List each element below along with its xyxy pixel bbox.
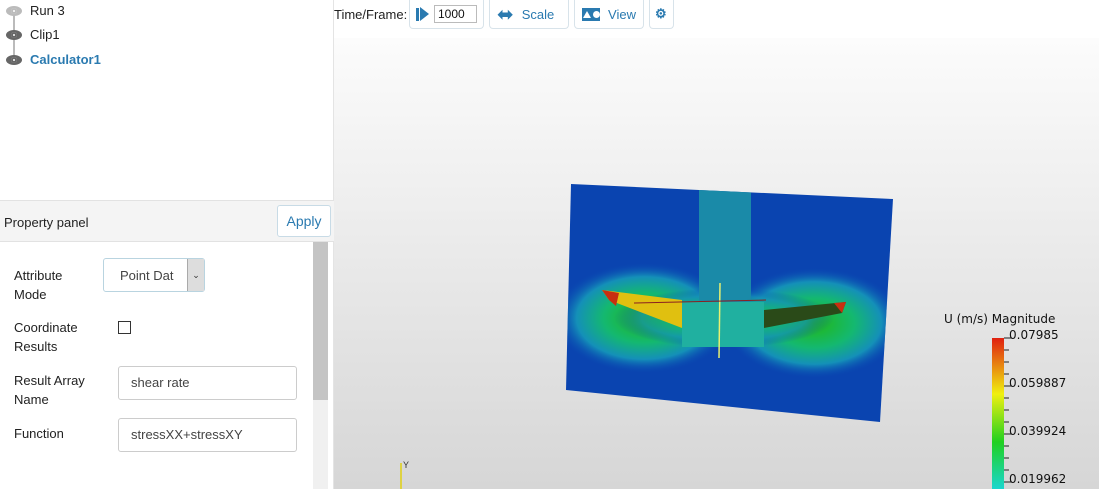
shapes-icon	[582, 7, 601, 21]
scalar-bar-tick: 0.059887	[1009, 376, 1067, 390]
apply-button[interactable]: Apply	[277, 205, 331, 237]
coordinate-results-label: Coordinate Results	[14, 320, 78, 354]
scalar-bar-title: U (m/s) Magnitude	[944, 312, 1056, 326]
play-icon[interactable]	[416, 7, 429, 21]
attribute-mode-value: Point Dat	[120, 268, 174, 283]
pipeline-item-label: Clip1	[30, 27, 60, 42]
time-frame-control[interactable]: 1000	[409, 0, 484, 29]
property-panel-scrollbar[interactable]	[313, 242, 328, 489]
property-panel-header: Property panel Apply	[0, 200, 334, 242]
eye-icon[interactable]	[6, 29, 22, 40]
axes-orientation: Y	[400, 460, 409, 489]
function-label: Function	[14, 426, 64, 441]
chevron-down-icon[interactable]: ⌄	[187, 259, 204, 291]
function-input[interactable]: stressXX+stressXY	[118, 418, 297, 452]
scalar-bar-tick: 0.019962	[1009, 472, 1067, 486]
render-scene: Y	[400, 184, 1012, 492]
eye-hidden-icon[interactable]	[6, 5, 22, 16]
left-panel: Run 3 Clip1 Calculator1 Property panel A…	[0, 0, 334, 489]
pipeline-item-clip1[interactable]: Clip1	[6, 27, 60, 42]
scale-label: Scale	[521, 6, 555, 22]
result-array-name-label: Result Array Name	[14, 373, 85, 407]
scalar-bar	[992, 337, 1012, 492]
time-frame-label: Time/Frame:	[334, 7, 408, 22]
toolbar: Time/Frame: 1000 ⬌ Scale View ⚙	[334, 0, 1099, 38]
impeller-hub	[682, 302, 764, 347]
gear-wrench-icon: ⚙	[655, 6, 667, 21]
attribute-mode-label: Attribute Mode	[14, 268, 63, 302]
settings-button[interactable]: ⚙	[649, 0, 674, 29]
result-array-name-input[interactable]: shear rate	[118, 366, 297, 400]
attribute-mode-select[interactable]: Point Dat ⌄	[103, 258, 205, 292]
pipeline-item-run3[interactable]: Run 3	[6, 3, 65, 18]
eye-icon[interactable]	[6, 54, 22, 65]
property-panel-title: Property panel	[4, 215, 89, 230]
scrollbar-thumb[interactable]	[313, 242, 328, 400]
velocity-slice	[566, 184, 893, 422]
pipeline-item-label: Run 3	[30, 3, 65, 18]
time-frame-input[interactable]: 1000	[434, 5, 477, 23]
scalar-bar-tick: 0.07985	[1009, 328, 1059, 342]
impeller-shaft	[699, 188, 751, 308]
color-bar	[992, 338, 1004, 492]
scale-button[interactable]: ⬌ Scale	[489, 0, 569, 29]
render-viewport[interactable]: Y U (m/s) Magnitude 0.07985 0.059887 0.0…	[334, 38, 1099, 492]
scalar-bar-tick: 0.039924	[1009, 424, 1067, 438]
axis-y-label: Y	[403, 460, 409, 470]
coordinate-results-checkbox[interactable]	[118, 321, 131, 334]
pipeline-item-label: Calculator1	[30, 52, 101, 67]
view-label: View	[608, 6, 636, 22]
view-button[interactable]: View	[574, 0, 644, 29]
arrows-horizontal-icon: ⬌	[497, 3, 514, 26]
pipeline-item-calculator1[interactable]: Calculator1	[6, 52, 101, 67]
